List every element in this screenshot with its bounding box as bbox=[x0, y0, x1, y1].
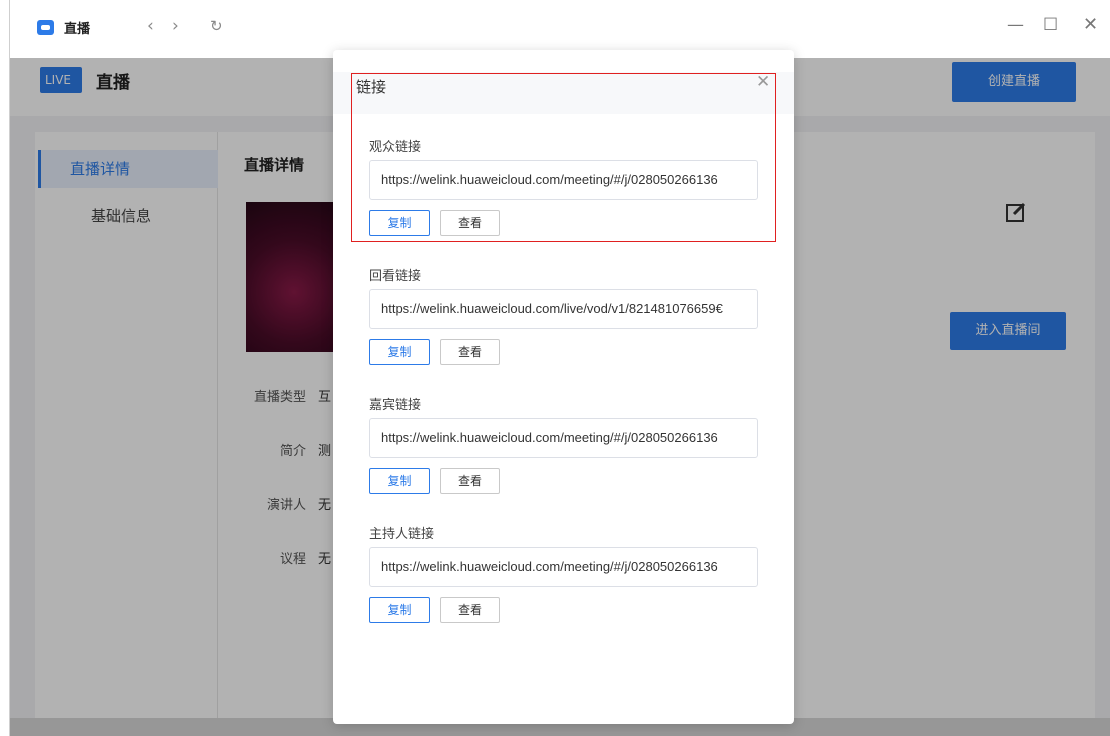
audience-link-field[interactable]: https://welink.huaweicloud.com/meeting/#… bbox=[369, 160, 758, 200]
guest-link-label: 嘉宾链接 bbox=[369, 398, 422, 413]
app-window: 直播 ‹ › ↻ — ☐ ✕ LIVE 直播 创建直播 直播详情 基础信息 直播… bbox=[0, 0, 1110, 736]
audience-link-label: 观众链接 bbox=[369, 140, 422, 155]
window-title: 直播 bbox=[64, 22, 91, 37]
app-logo-icon bbox=[37, 20, 54, 35]
view-host-link-button[interactable]: 查看 bbox=[440, 597, 500, 623]
window-close-icon[interactable]: ✕ bbox=[1083, 15, 1098, 35]
dialog-title: 链接 bbox=[356, 78, 387, 96]
copy-audience-link-button[interactable]: 复制 bbox=[369, 210, 430, 236]
view-audience-link-button[interactable]: 查看 bbox=[440, 210, 500, 236]
close-icon[interactable]: ✕ bbox=[756, 72, 770, 92]
forward-icon[interactable]: › bbox=[172, 16, 179, 36]
copy-replay-link-button[interactable]: 复制 bbox=[369, 339, 430, 365]
replay-link-label: 回看链接 bbox=[369, 269, 422, 284]
guest-link-field[interactable]: https://welink.huaweicloud.com/meeting/#… bbox=[369, 418, 758, 458]
refresh-icon[interactable]: ↻ bbox=[210, 16, 223, 36]
view-guest-link-button[interactable]: 查看 bbox=[440, 468, 500, 494]
replay-link-field[interactable]: https://welink.huaweicloud.com/live/vod/… bbox=[369, 289, 758, 329]
view-replay-link-button[interactable]: 查看 bbox=[440, 339, 500, 365]
host-link-label: 主持人链接 bbox=[369, 527, 435, 542]
maximize-icon[interactable]: ☐ bbox=[1043, 15, 1058, 35]
copy-host-link-button[interactable]: 复制 bbox=[369, 597, 430, 623]
dialog-header bbox=[333, 72, 794, 114]
window-left-edge bbox=[0, 0, 10, 736]
minimize-icon[interactable]: — bbox=[1007, 15, 1024, 35]
links-dialog: 链接 ✕ 观众链接 https://welink.huaweicloud.com… bbox=[333, 50, 794, 724]
host-link-field[interactable]: https://welink.huaweicloud.com/meeting/#… bbox=[369, 547, 758, 587]
back-icon[interactable]: ‹ bbox=[147, 16, 154, 36]
copy-guest-link-button[interactable]: 复制 bbox=[369, 468, 430, 494]
